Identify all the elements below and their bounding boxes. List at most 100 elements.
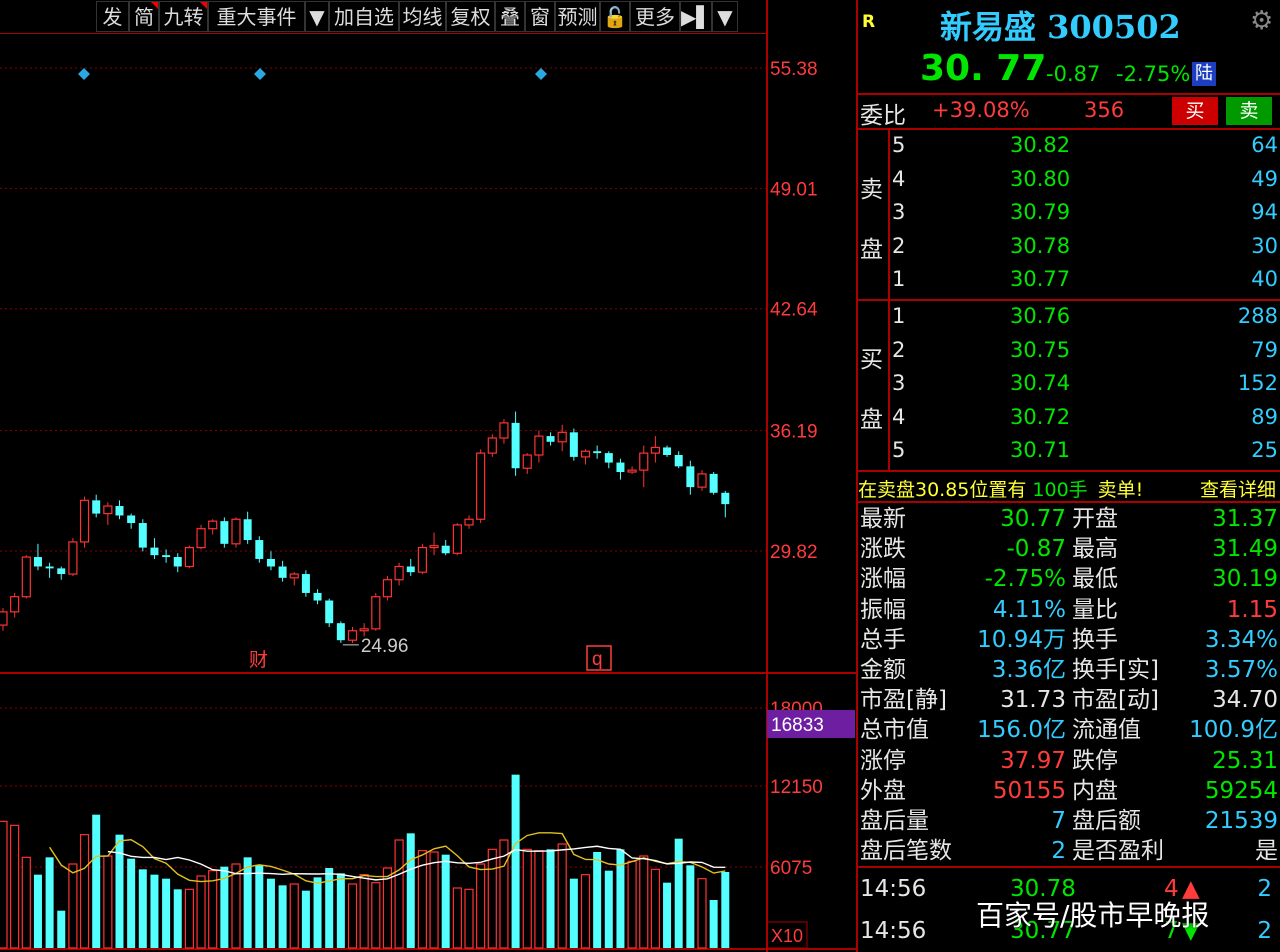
- toolbar-button-12[interactable]: 更多: [630, 1, 680, 32]
- book-qty: 64: [1251, 133, 1278, 157]
- event-diamond-icon: [78, 68, 90, 80]
- book-row[interactable]: 5 30.71 25: [892, 434, 1280, 467]
- book-row[interactable]: 4 30.72 89: [892, 401, 1280, 434]
- candle-body: [347, 630, 358, 641]
- toolbar-button-9[interactable]: 窗: [525, 1, 555, 32]
- stat-value: 4.11%: [992, 596, 1066, 623]
- volume-bar: [697, 878, 707, 949]
- book-row[interactable]: 2 30.78 30: [892, 230, 1280, 263]
- volume-bar: [487, 848, 497, 949]
- volume-bar: [138, 869, 147, 948]
- toolbar-button-10[interactable]: 预测: [555, 1, 600, 32]
- tick-count: 2: [1257, 876, 1272, 902]
- toolbar-button-2[interactable]: 九转: [159, 1, 208, 32]
- sell-button[interactable]: 卖: [1226, 97, 1272, 125]
- stat-label: 外盘: [860, 777, 906, 804]
- stat-value: 31.73: [1000, 687, 1066, 714]
- candle-body: [325, 600, 334, 624]
- book-row[interactable]: 3 30.79 94: [892, 196, 1280, 229]
- book-price: 30.72: [1010, 404, 1071, 429]
- weibi-label: 委比: [860, 103, 906, 129]
- volume-unit-label: X10: [771, 926, 803, 946]
- candle-body: [464, 518, 474, 526]
- candle-body: [208, 520, 218, 530]
- volume-bar: [278, 885, 287, 948]
- volume-bar: [57, 910, 66, 948]
- low-marker-label: 24.96: [361, 636, 409, 657]
- volume-bar: [347, 883, 358, 949]
- candle-body: [33, 557, 42, 567]
- candle-body: [0, 611, 8, 626]
- tick-count: 2: [1257, 918, 1272, 944]
- price-tick-label: 42.64: [770, 300, 818, 321]
- event-diamond-icon: [254, 68, 266, 80]
- volume-bar: [663, 882, 672, 948]
- toolbar-button-3[interactable]: 重大事件: [208, 1, 305, 32]
- toolbar-button-7[interactable]: 复权: [446, 1, 495, 32]
- candle-body: [382, 579, 393, 598]
- candle-body: [406, 566, 415, 573]
- candle-body: [394, 565, 404, 581]
- candle-body: [220, 521, 229, 544]
- book-row[interactable]: 1 30.77 40: [892, 263, 1280, 296]
- view-detail-link[interactable]: 查看详细: [1200, 475, 1276, 502]
- stat-value: 2: [1051, 838, 1066, 865]
- candle-body: [103, 505, 113, 515]
- volume-bar: [546, 849, 555, 948]
- book-row[interactable]: 1 30.76 288: [892, 300, 1280, 333]
- toolbar-button-13[interactable]: ▶▌: [680, 1, 712, 32]
- book-row[interactable]: 3 30.74 152: [892, 367, 1280, 400]
- candle-body: [127, 515, 136, 524]
- book-level: 1: [892, 304, 906, 328]
- stat-label: 市盈[静]: [860, 687, 947, 714]
- book-qty: 30: [1251, 233, 1278, 258]
- volume-bar: [196, 875, 206, 949]
- toolbar-button-label: ▶▌: [681, 5, 712, 29]
- candle-body: [663, 447, 672, 456]
- toolbar-button-5[interactable]: 加自选: [329, 1, 399, 32]
- bottom-border: [0, 948, 856, 950]
- book-row[interactable]: 4 30.80 49: [892, 163, 1280, 196]
- toolbar-button-8[interactable]: 叠: [495, 1, 525, 32]
- book-row[interactable]: 5 30.82 64: [892, 129, 1280, 162]
- stat-label: 开盘: [1072, 506, 1118, 532]
- book-price: 30.79: [1010, 200, 1071, 224]
- toolbar-button-4[interactable]: ▼: [305, 1, 329, 32]
- notice-hands: 100手: [1032, 479, 1088, 501]
- candle-body: [476, 452, 486, 520]
- order-notice[interactable]: 在卖盘30.85位置有 100手 卖单!: [858, 475, 1143, 502]
- toolbar-button-label: ▼: [717, 5, 733, 29]
- stat-value: 31.49: [1212, 536, 1278, 563]
- book-price: 30.74: [1010, 371, 1071, 395]
- price-tick-label: 55.38: [770, 59, 818, 80]
- candle-body: [686, 466, 695, 488]
- buy-button[interactable]: 买: [1172, 97, 1218, 125]
- toolbar-button-label: 🔓: [602, 5, 628, 29]
- toolbar-button-6[interactable]: 均线: [399, 1, 446, 32]
- book-level: 3: [892, 371, 906, 395]
- volume-bar: [313, 877, 322, 948]
- kline-chart[interactable]: 55.3849.0142.6436.1929.82180001215060751…: [0, 0, 856, 952]
- stat-label: 金额: [860, 657, 906, 683]
- stat-label: 总手: [860, 626, 906, 653]
- candle-body: [499, 422, 509, 439]
- candle-body: [534, 435, 544, 456]
- toolbar-button-1[interactable]: 简: [129, 1, 159, 32]
- volume-bar: [150, 874, 159, 948]
- volume-bar: [639, 855, 649, 949]
- volume-bar: [394, 839, 404, 949]
- book-level: 2: [892, 337, 906, 362]
- stat-value: 50155: [992, 777, 1066, 804]
- candle-body: [429, 545, 439, 549]
- stat-value: 21539: [1204, 808, 1278, 834]
- volume-bar: [336, 873, 345, 948]
- toolbar-button-14[interactable]: ▼: [712, 1, 738, 32]
- candle-body: [593, 451, 602, 454]
- gear-icon[interactable]: ⚙: [1250, 6, 1273, 36]
- volume-bar: [382, 867, 393, 949]
- candle-body: [557, 431, 567, 443]
- book-row[interactable]: 2 30.75 79: [892, 334, 1280, 367]
- toolbar-button-0[interactable]: 发: [96, 1, 129, 32]
- tick-time: 14:56: [860, 918, 927, 944]
- toolbar-button-11[interactable]: 🔓: [600, 1, 630, 32]
